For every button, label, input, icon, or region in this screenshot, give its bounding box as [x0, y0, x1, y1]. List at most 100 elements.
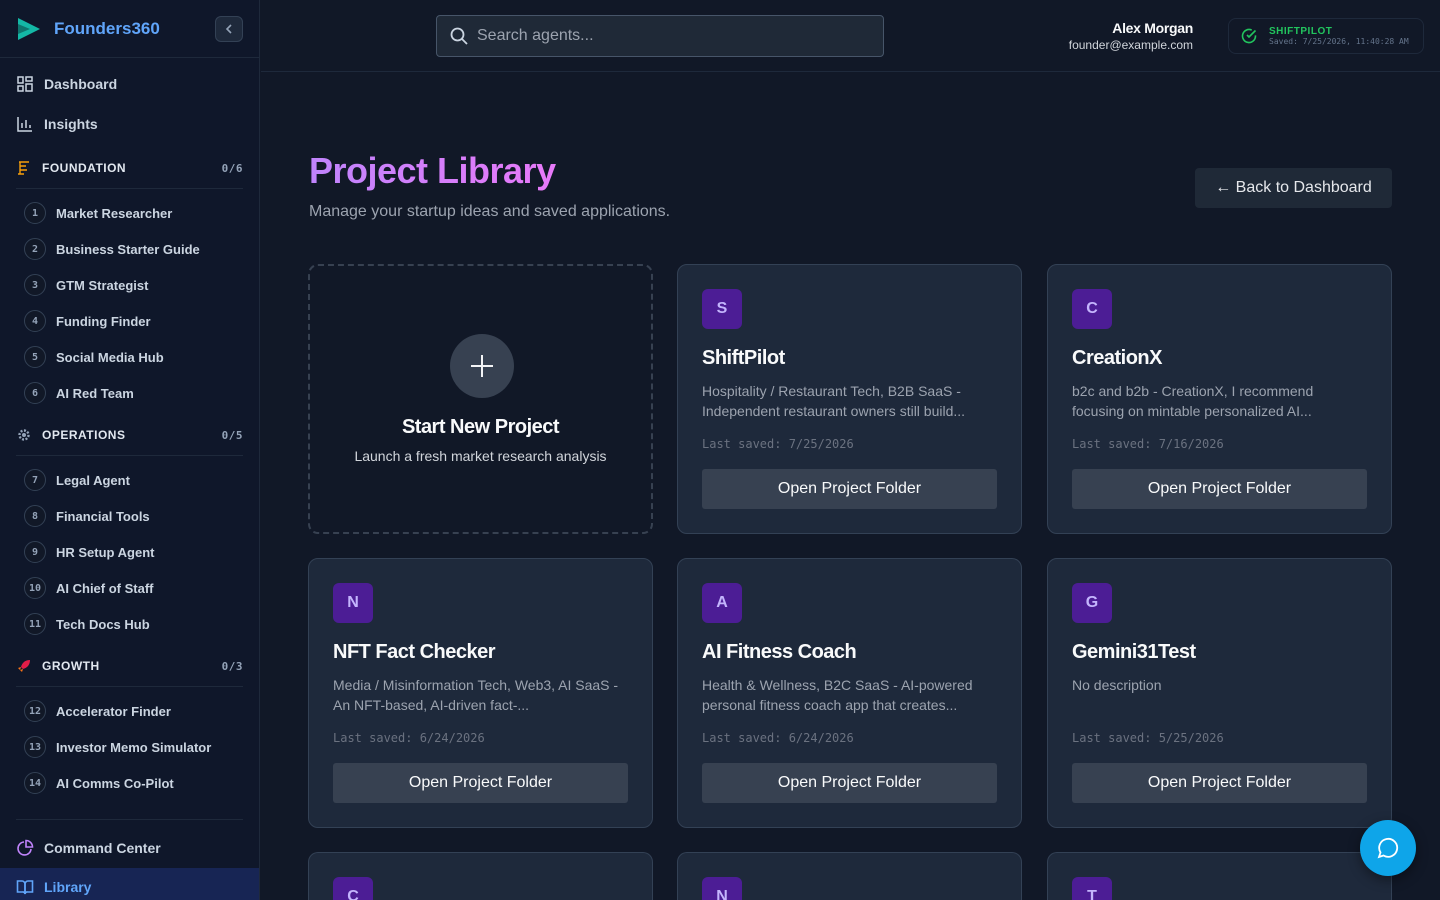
nav-library-label: Library — [44, 879, 92, 895]
agent-label: Market Researcher — [56, 205, 173, 221]
agent-market-researcher[interactable]: 1 Market Researcher — [0, 195, 259, 231]
agent-number: 1 — [24, 202, 46, 224]
section-count: 0/5 — [221, 428, 243, 442]
pie-chart-icon — [17, 839, 34, 856]
project-avatar: C — [333, 877, 373, 900]
project-card: C — [308, 852, 653, 900]
project-card: T — [1047, 852, 1392, 900]
open-project-folder-button[interactable]: Open Project Folder — [702, 763, 997, 803]
search-box[interactable] — [436, 15, 884, 57]
project-card: N — [677, 852, 1022, 900]
project-name: NFT Fact Checker — [333, 641, 496, 663]
project-desc: Health & Wellness, B2C SaaS - AI-powered… — [702, 677, 973, 713]
nav-command-center[interactable]: Command Center — [16, 828, 161, 868]
open-project-folder-button[interactable]: Open Project Folder — [702, 469, 997, 509]
saved-project-name: SHIFTPILOT — [1269, 26, 1333, 37]
agent-number: 5 — [24, 346, 46, 368]
agent-gtm-strategist[interactable]: 3 GTM Strategist — [0, 267, 259, 303]
plus-icon — [450, 334, 514, 398]
agent-hr-setup-agent[interactable]: 9 HR Setup Agent — [0, 534, 259, 570]
agent-financial-tools[interactable]: 8 Financial Tools — [0, 498, 259, 534]
agent-label: Business Starter Guide — [56, 241, 200, 257]
nav-insights[interactable]: Insights — [16, 104, 243, 144]
agent-number: 7 — [24, 469, 46, 491]
start-new-project-card[interactable]: Start New Project Launch a fresh market … — [308, 264, 653, 534]
section-count: 0/3 — [221, 659, 243, 673]
project-card: G Gemini31Test No description Last saved… — [1047, 558, 1392, 828]
agent-legal-agent[interactable]: 7 Legal Agent — [0, 462, 259, 498]
back-to-dashboard-button[interactable]: ← Back to Dashboard — [1195, 168, 1392, 208]
agent-social-media-hub[interactable]: 5 Social Media Hub — [0, 339, 259, 375]
project-last-saved: Last saved: 6/24/2026 — [702, 731, 854, 745]
nav-dashboard-label: Dashboard — [44, 76, 118, 92]
agent-number: 4 — [24, 310, 46, 332]
project-name: CreationX — [1072, 347, 1162, 369]
open-project-folder-button[interactable]: Open Project Folder — [333, 763, 628, 803]
project-avatar: G — [1072, 583, 1112, 623]
agent-number: 8 — [24, 505, 46, 527]
open-project-folder-button[interactable]: Open Project Folder — [1072, 763, 1367, 803]
nav-library[interactable]: Library — [0, 868, 259, 900]
section-title: FOUNDATION — [42, 161, 127, 175]
project-avatar: C — [1072, 289, 1112, 329]
page-title: Project Library — [309, 150, 556, 191]
agent-number: 6 — [24, 382, 46, 404]
section-title: GROWTH — [42, 659, 100, 673]
brand-name: Founders360 — [54, 18, 160, 38]
user-info[interactable]: Alex Morgan founder@example.com — [1069, 20, 1194, 52]
agent-label: HR Setup Agent — [56, 544, 155, 560]
agent-funding-finder[interactable]: 4 Funding Finder — [0, 303, 259, 339]
agent-number: 13 — [24, 736, 46, 758]
project-last-saved: Last saved: 5/25/2026 — [1072, 731, 1224, 745]
section-foundation[interactable]: FOUNDATION 0/6 — [16, 156, 243, 180]
agent-number: 12 — [24, 700, 46, 722]
book-open-icon — [16, 880, 34, 895]
agent-business-starter-guide[interactable]: 2 Business Starter Guide — [0, 231, 259, 267]
search-input[interactable] — [477, 27, 857, 45]
rocket-icon — [16, 658, 32, 674]
project-last-saved: Last saved: 7/25/2026 — [702, 437, 854, 451]
project-name: AI Fitness Coach — [702, 641, 857, 663]
foundation-icon — [16, 160, 32, 176]
nav-insights-label: Insights — [44, 116, 98, 132]
open-project-folder-button[interactable]: Open Project Folder — [1072, 469, 1367, 509]
project-last-saved: Last saved: 6/24/2026 — [333, 731, 485, 745]
section-title: OPERATIONS — [42, 428, 126, 442]
agent-label: AI Red Team — [56, 385, 134, 401]
agent-ai-red-team[interactable]: 6 AI Red Team — [0, 375, 259, 411]
project-card: N NFT Fact Checker Media / Misinformatio… — [308, 558, 653, 828]
agent-accelerator-finder[interactable]: 12 Accelerator Finder — [0, 693, 259, 729]
agent-number: 9 — [24, 541, 46, 563]
grid-icon — [17, 76, 33, 92]
project-avatar: S — [702, 289, 742, 329]
project-card: S ShiftPilot Hospitality / Restaurant Te… — [677, 264, 1022, 534]
project-avatar: T — [1072, 877, 1112, 900]
agent-tech-docs-hub[interactable]: 11 Tech Docs Hub — [0, 606, 259, 642]
agent-ai-comms-co-pilot[interactable]: 14 AI Comms Co-Pilot — [0, 765, 259, 801]
agent-number: 2 — [24, 238, 46, 260]
project-desc: Hospitality / Restaurant Tech, B2B SaaS … — [702, 383, 966, 419]
project-card: A AI Fitness Coach Health & Wellness, B2… — [677, 558, 1022, 828]
new-project-title: Start New Project — [401, 416, 560, 438]
agent-label: Investor Memo Simulator — [56, 739, 212, 755]
agent-ai-chief-of-staff[interactable]: 10 AI Chief of Staff — [0, 570, 259, 606]
chat-bubble-icon — [1377, 837, 1399, 859]
agent-label: Social Media Hub — [56, 349, 164, 365]
chevron-left-icon — [225, 24, 232, 34]
agent-label: AI Comms Co-Pilot — [56, 775, 174, 791]
agent-label: GTM Strategist — [56, 277, 149, 293]
nav-library-row: Library — [16, 868, 259, 900]
chat-button[interactable] — [1360, 820, 1416, 876]
new-project-desc: Launch a fresh market research analysis — [354, 448, 607, 464]
project-name: ShiftPilot — [702, 347, 785, 369]
collapse-sidebar-button[interactable] — [215, 16, 243, 42]
project-desc: No description — [1072, 677, 1162, 693]
project-avatar: N — [333, 583, 373, 623]
agent-investor-memo-simulator[interactable]: 13 Investor Memo Simulator — [0, 729, 259, 765]
section-operations[interactable]: OPERATIONS 0/5 — [16, 423, 243, 447]
nav-dashboard[interactable]: Dashboard — [16, 64, 243, 104]
nav-command-center-label: Command Center — [44, 840, 161, 856]
top-header: Alex Morgan founder@example.com SHIFTPIL… — [261, 0, 1440, 72]
section-growth[interactable]: GROWTH 0/3 — [16, 654, 243, 678]
bar-chart-icon — [17, 117, 32, 132]
